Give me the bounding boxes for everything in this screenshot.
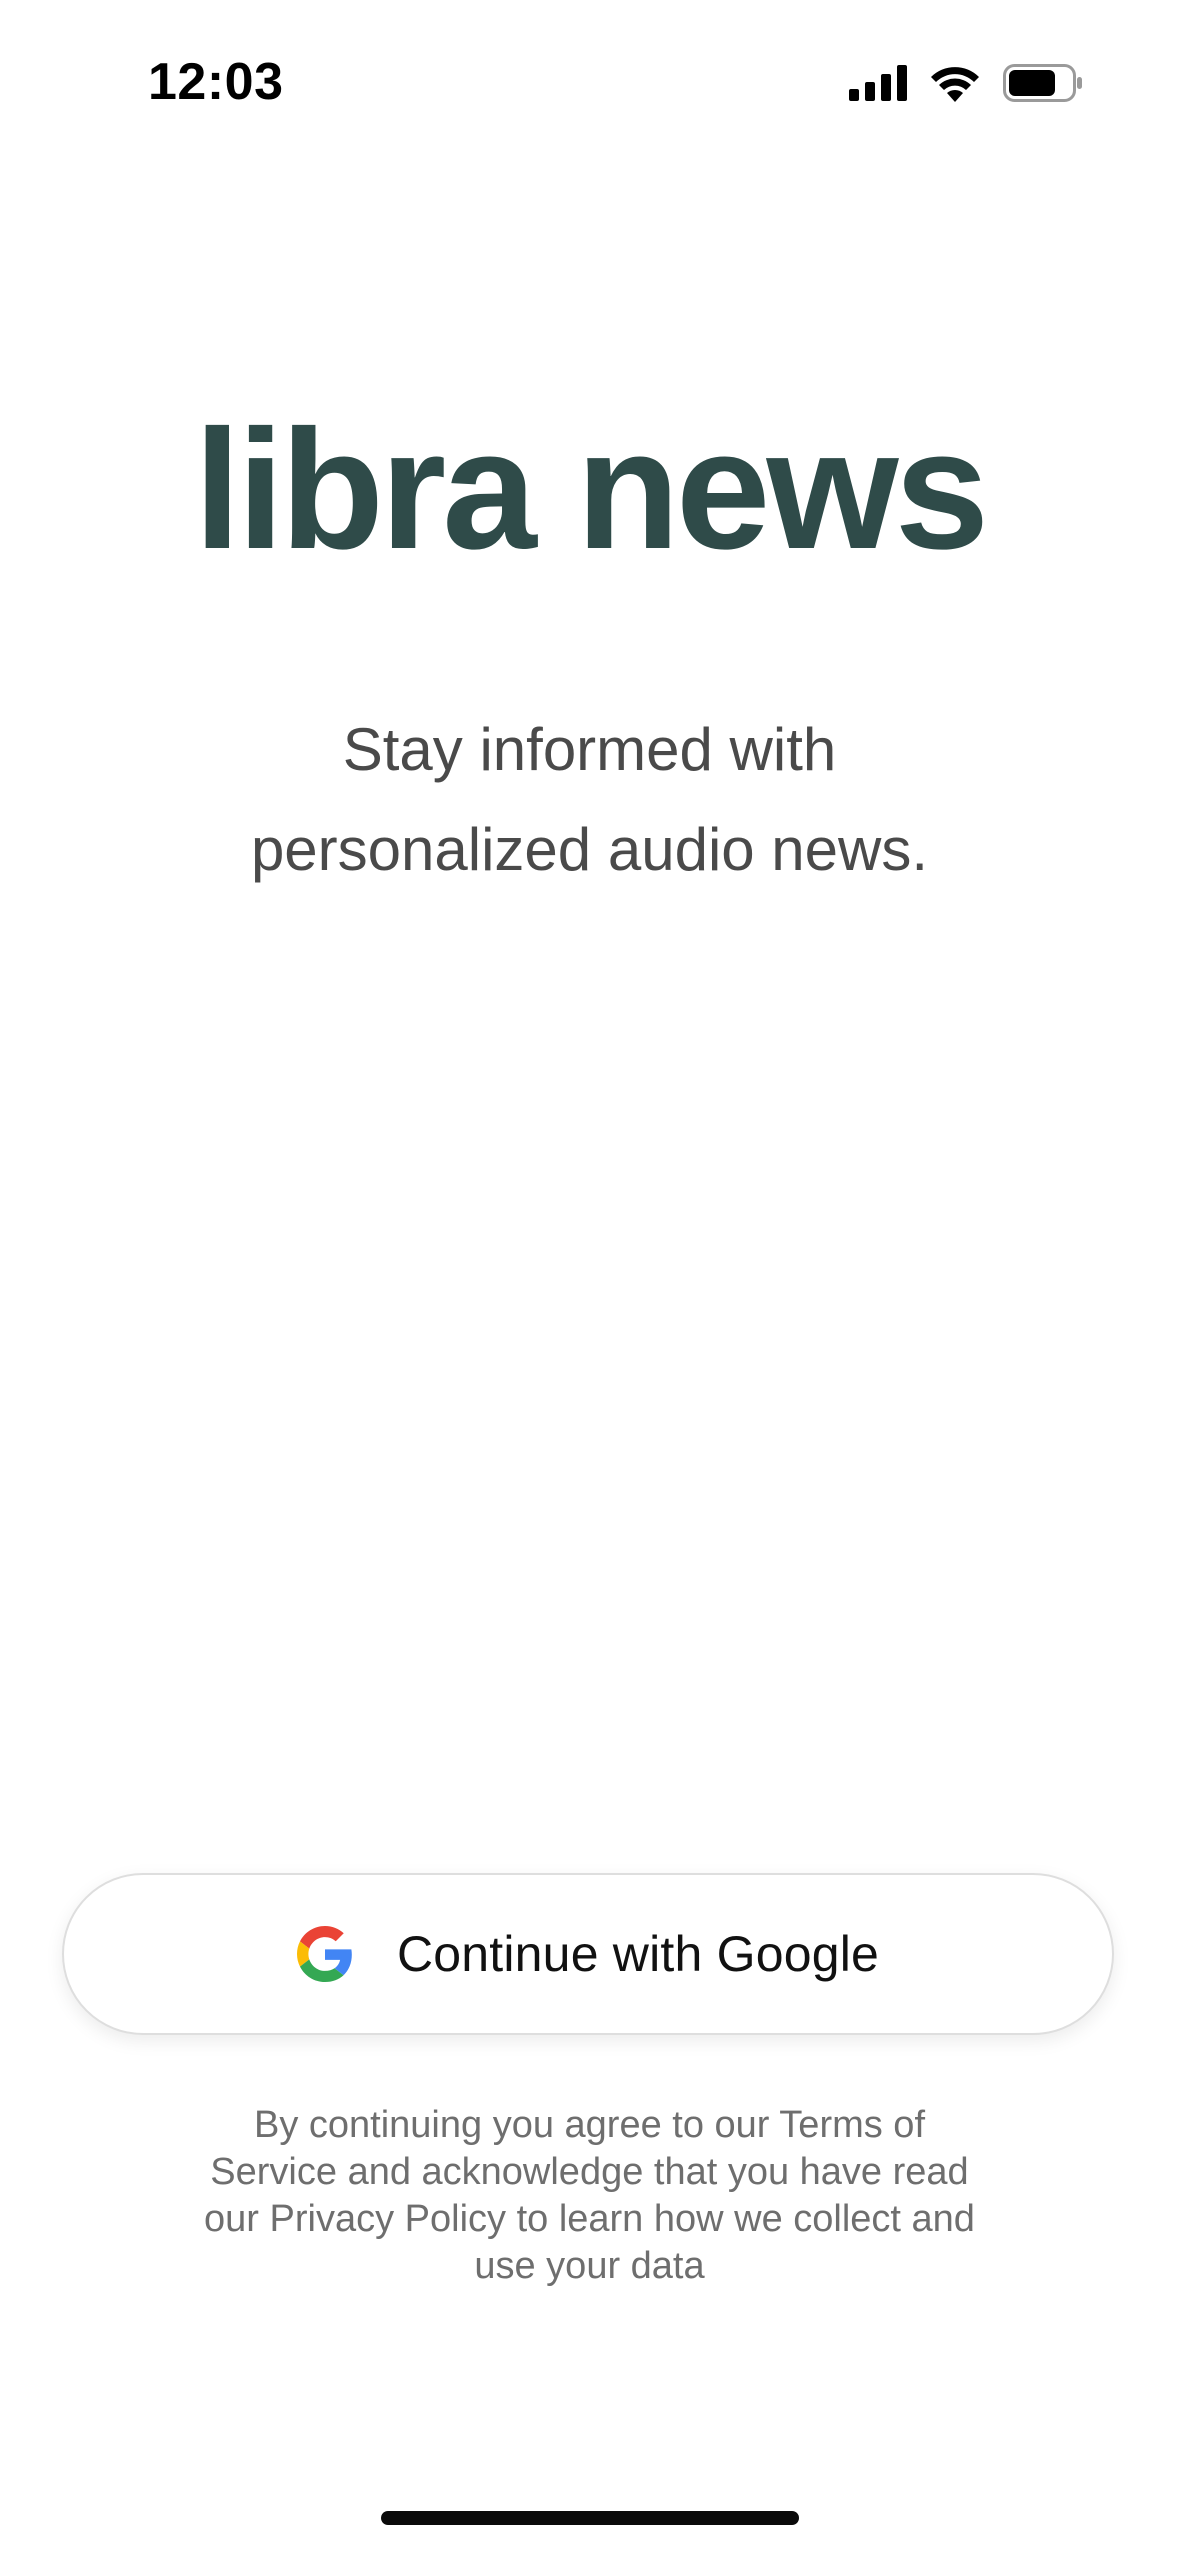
tagline: Stay informed with personalized audio ne… xyxy=(0,700,1179,900)
legal-disclaimer: By continuing you agree to our Terms of … xyxy=(204,2104,975,2287)
app-logo-title: libra news xyxy=(193,395,989,585)
status-icons xyxy=(849,64,1083,102)
status-time: 12:03 xyxy=(148,53,284,111)
battery-icon xyxy=(1003,64,1083,102)
cellular-signal-icon xyxy=(849,65,907,101)
google-g-icon xyxy=(296,1926,353,1982)
home-indicator[interactable] xyxy=(381,2511,799,2525)
status-bar: 12:03 xyxy=(0,0,1179,170)
continue-with-google-button[interactable]: Continue with Google xyxy=(62,1873,1114,2035)
tagline-line-1: Stay informed with xyxy=(342,716,837,783)
wifi-icon xyxy=(929,64,981,102)
google-button-label: Continue with Google xyxy=(396,1926,880,1982)
tagline-line-2: personalized audio news. xyxy=(250,816,929,883)
